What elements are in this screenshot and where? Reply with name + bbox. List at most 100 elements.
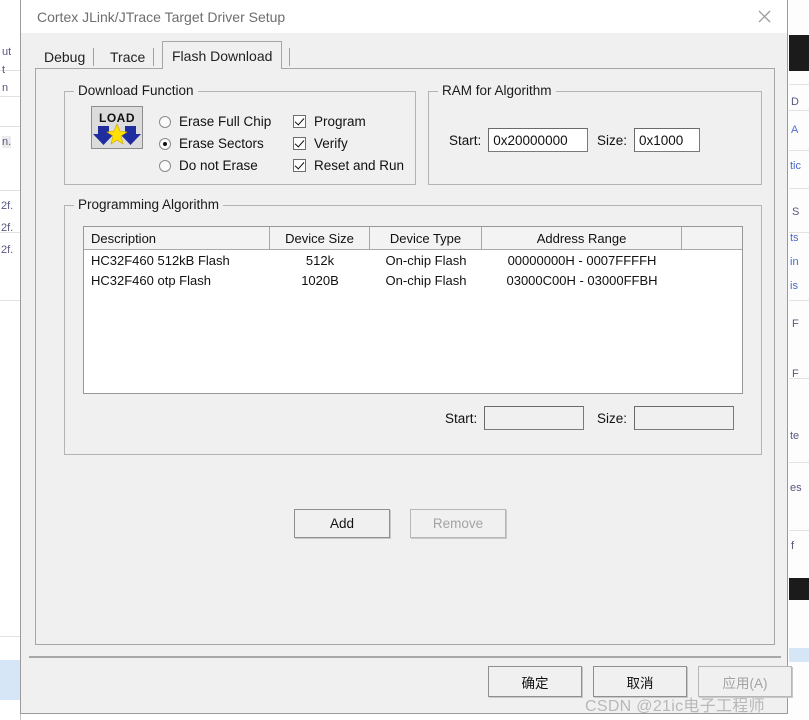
cell-description: HC32F460 otp Flash	[91, 272, 211, 288]
button-label: 取消	[626, 675, 654, 691]
bg-fragment: te	[790, 430, 800, 442]
ok-button[interactable]: 确定	[488, 666, 582, 697]
ram-start-label: Start:	[449, 132, 482, 148]
bg-fragment: es	[790, 482, 802, 494]
cell-address-range: 00000000H - 0007FFFFH	[507, 252, 657, 268]
bg-fragment: ut	[2, 46, 12, 58]
apply-button[interactable]: 应用(A)	[698, 666, 792, 697]
cell-device-type: On-chip Flash	[385, 272, 467, 288]
algo-size-field-row: Size:	[597, 406, 735, 430]
cell-address-range: 03000C00H - 03000FFBH	[506, 272, 658, 288]
bg-fragment: t	[2, 64, 6, 76]
bg-fragment: S	[792, 206, 800, 218]
button-label: 应用(A)	[722, 675, 768, 691]
table-header-row: Description Device Size Device Type Addr…	[84, 227, 742, 250]
column-header-device-size[interactable]: Device Size	[270, 227, 370, 249]
checkbox-indicator	[293, 137, 306, 150]
cell-description: HC32F460 512kB Flash	[91, 252, 230, 268]
close-icon[interactable]	[741, 0, 787, 33]
checkbox-label: Verify	[314, 136, 348, 151]
checkbox-verify[interactable]: Verify	[293, 136, 348, 151]
bg-fragment: 2f.	[1, 200, 14, 212]
bg-fragment: n.	[2, 136, 12, 148]
group-legend: Programming Algorithm	[74, 197, 224, 212]
algo-size-input[interactable]	[634, 406, 735, 430]
bg-fragment: n	[2, 82, 9, 94]
checkbox-label: Reset and Run	[314, 158, 405, 173]
radio-erase-full-chip[interactable]: Erase Full Chip	[159, 114, 271, 129]
tab-label: Trace	[110, 48, 146, 65]
button-label: 确定	[521, 675, 549, 691]
driver-setup-dialog: Cortex JLink/JTrace Target Driver Setup …	[20, 0, 792, 714]
add-button[interactable]: Add	[294, 509, 390, 538]
bg-fragment: A	[791, 124, 799, 136]
radio-erase-sectors[interactable]: Erase Sectors	[159, 136, 264, 151]
bg-fragment: ts	[790, 232, 799, 244]
tab-flash-download[interactable]: Flash Download	[162, 41, 291, 69]
checkbox-reset-and-run[interactable]: Reset and Run	[293, 158, 404, 173]
remove-button[interactable]: Remove	[410, 509, 506, 538]
radio-label: Do not Erase	[179, 158, 258, 173]
checkbox-indicator	[293, 115, 306, 128]
bg-fragment: f	[791, 540, 795, 552]
checkbox-indicator	[293, 159, 306, 172]
bg-fragment: is	[790, 280, 798, 292]
radio-indicator	[159, 115, 171, 128]
algo-size-label: Size:	[597, 410, 628, 426]
bg-fragment: F	[792, 368, 799, 380]
ram-start-field-row: Start:	[449, 128, 589, 152]
background-right-strip: D A tic S ts in is F F te es f	[789, 0, 809, 720]
radio-indicator	[159, 159, 171, 172]
radio-label: Erase Sectors	[179, 136, 264, 151]
load-icon: LOAD	[91, 106, 143, 149]
column-header-description[interactable]: Description	[84, 227, 270, 249]
tab-debug[interactable]: Debug	[35, 45, 95, 68]
column-header-device-type[interactable]: Device Type	[370, 227, 482, 249]
tab-label: Debug	[44, 48, 86, 65]
table-row[interactable]: HC32F460 512kB Flash 512k On-chip Flash …	[84, 250, 742, 270]
ram-for-algorithm-group: RAM for Algorithm Start: Size:	[428, 83, 762, 185]
cell-device-size: 1020B	[301, 272, 339, 288]
download-function-group: Download Function LOAD Erase Full Chip E…	[64, 83, 416, 185]
algo-start-field-row: Start:	[445, 406, 585, 430]
svg-text:LOAD: LOAD	[99, 111, 135, 125]
radio-indicator	[159, 137, 171, 150]
bg-fragment: F	[792, 318, 799, 330]
bg-fragment: D	[791, 96, 799, 108]
dialog-titlebar: Cortex JLink/JTrace Target Driver Setup	[21, 0, 787, 33]
ram-start-input[interactable]	[488, 128, 589, 152]
dialog-title: Cortex JLink/JTrace Target Driver Setup	[37, 9, 286, 25]
table-body: HC32F460 512kB Flash 512k On-chip Flash …	[84, 250, 742, 290]
cell-device-size: 512k	[305, 252, 335, 268]
radio-label: Erase Full Chip	[179, 114, 272, 129]
ram-size-input[interactable]	[634, 128, 701, 152]
cancel-button[interactable]: 取消	[593, 666, 687, 697]
footer-separator	[29, 656, 781, 658]
algo-start-input[interactable]	[484, 406, 585, 430]
ram-size-label: Size:	[597, 132, 628, 148]
ram-size-field-row: Size:	[597, 128, 701, 152]
button-label: Remove	[432, 516, 484, 531]
tab-bar: Debug Trace Flash Download	[35, 41, 775, 69]
programming-algorithm-table[interactable]: Description Device Size Device Type Addr…	[83, 226, 743, 394]
table-row[interactable]: HC32F460 otp Flash 1020B On-chip Flash 0…	[84, 270, 742, 290]
tab-trace[interactable]: Trace	[101, 45, 155, 68]
background-left-strip: ut t n n. 2f. 2f. 2f.	[0, 0, 21, 720]
cell-device-type: On-chip Flash	[385, 252, 467, 268]
radio-do-not-erase[interactable]: Do not Erase	[159, 158, 258, 173]
button-label: Add	[329, 516, 355, 531]
tab-label: Flash Download	[172, 47, 273, 64]
bg-fragment: 2f.	[1, 222, 14, 234]
group-legend: RAM for Algorithm	[438, 83, 556, 98]
checkbox-program[interactable]: Program	[293, 114, 366, 129]
column-header-address-range[interactable]: Address Range	[482, 227, 682, 249]
bg-fragment: in	[790, 256, 799, 268]
bg-fragment: tic	[790, 160, 801, 172]
group-legend: Download Function	[74, 83, 198, 98]
programming-algorithm-group: Programming Algorithm Description Device…	[64, 197, 762, 455]
flash-download-page: Download Function LOAD Erase Full Chip E…	[35, 68, 775, 645]
column-header-spacer[interactable]	[682, 227, 742, 249]
algo-start-label: Start:	[445, 410, 478, 426]
checkbox-label: Program	[314, 114, 366, 129]
bg-fragment: 2f.	[1, 244, 14, 256]
